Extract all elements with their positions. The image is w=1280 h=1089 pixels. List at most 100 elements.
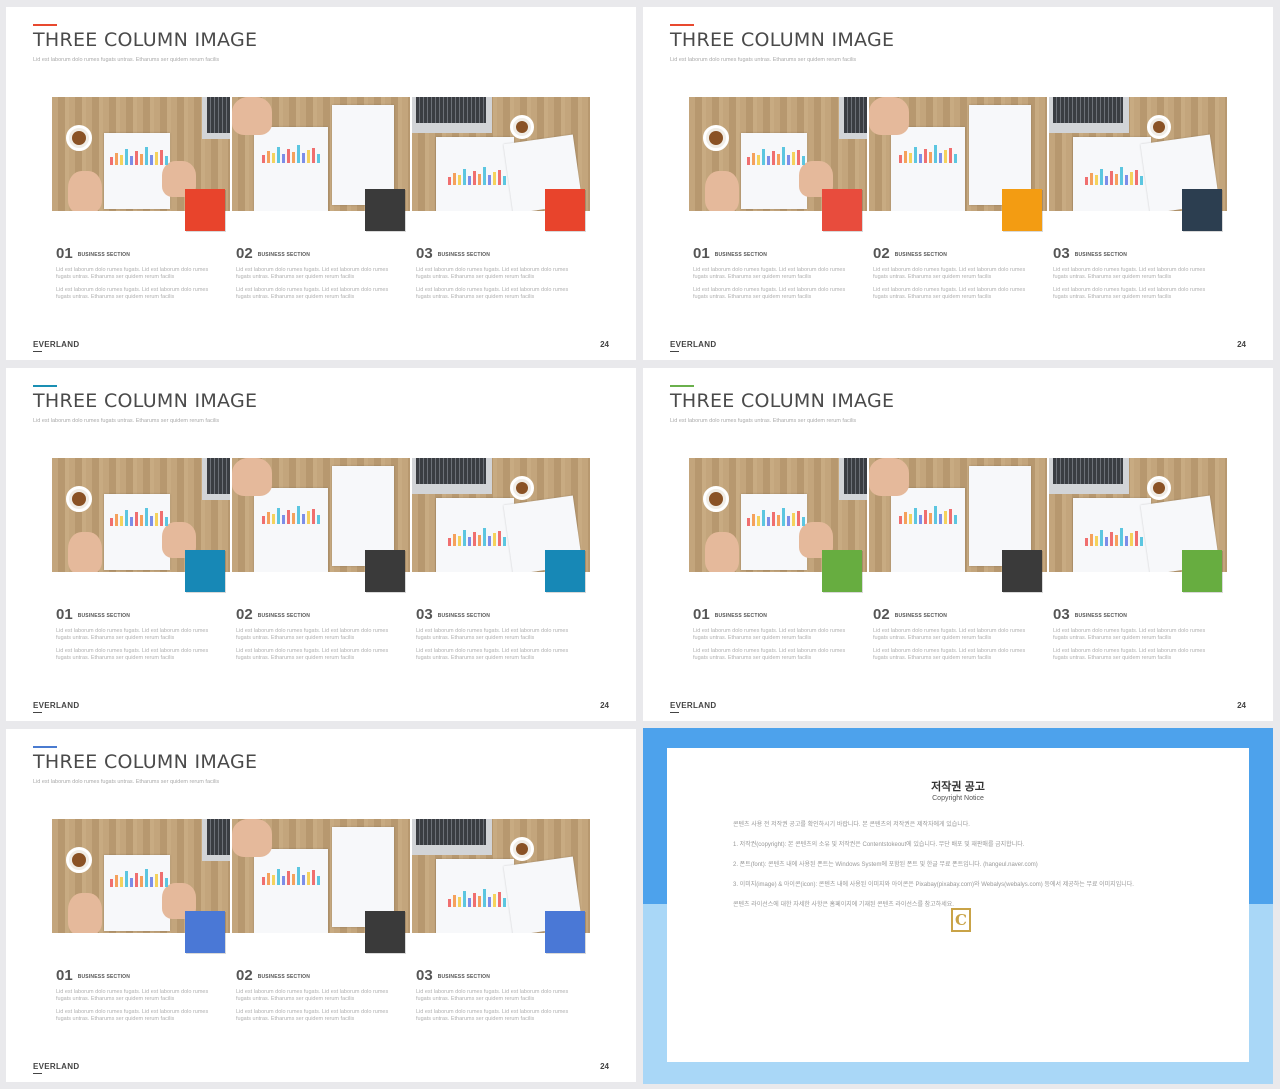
notice-title: 저작권 공고 — [931, 781, 985, 793]
column-text: 03 BUSINESS SECTION Lid est laborum dolo … — [416, 606, 576, 662]
notice-paragraph: 3. 이미지(image) & 아이콘(icon): 콘텐츠 내에 사용된 이미… — [733, 882, 1134, 888]
column-text: 02 BUSINESS SECTION Lid est laborum dolo … — [236, 245, 396, 301]
column-label: BUSINESS SECTION — [77, 974, 131, 980]
column-paragraph: Lid est laborum dolo rumes fugats. Lid e… — [416, 989, 569, 1002]
column-paragraph: Lid est laborum dolo rumes fugats. Lid e… — [236, 628, 389, 641]
slide-title: THREE COLUMN IMAGE — [33, 29, 258, 51]
column-paragraph: Lid est laborum dolo rumes fugats. Lid e… — [56, 287, 209, 300]
page-number: 24 — [600, 701, 609, 710]
column-paragraph: Lid est laborum dolo rumes fugats. Lid e… — [1053, 287, 1206, 300]
column-paragraph: Lid est laborum dolo rumes fugats. Lid e… — [416, 648, 569, 661]
footer-brand: EVERLAND — [670, 340, 717, 349]
column-number: 02 — [236, 245, 253, 262]
copyright-notice-slide: 저작권 공고 Copyright Notice 콘텐츠 사용 전 저작권 공고를… — [643, 728, 1273, 1084]
slide-title: THREE COLUMN IMAGE — [33, 751, 258, 773]
page-number: 24 — [600, 1062, 609, 1071]
title-accent-line — [33, 24, 57, 26]
column-paragraph: Lid est laborum dolo rumes fugats. Lid e… — [1053, 648, 1206, 661]
column-label: BUSINESS SECTION — [1074, 252, 1128, 258]
column-label: BUSINESS SECTION — [77, 252, 131, 258]
slide-subtitle: Lid est laborum dolo rumes fugats untras… — [33, 418, 220, 424]
column-paragraph: Lid est laborum dolo rumes fugats. Lid e… — [873, 267, 1026, 280]
column-label: BUSINESS SECTION — [257, 252, 311, 258]
column-label: BUSINESS SECTION — [714, 613, 768, 619]
column-text: 02 BUSINESS SECTION Lid est laborum dolo … — [236, 606, 396, 662]
footer-brand: EVERLAND — [670, 701, 717, 710]
footer-underline — [33, 1073, 42, 1074]
column-paragraph: Lid est laborum dolo rumes fugats. Lid e… — [236, 648, 389, 661]
column-paragraph: Lid est laborum dolo rumes fugats. Lid e… — [56, 628, 209, 641]
notice-body: 콘텐츠 사용 전 저작권 공고를 확인하시기 바랍니다. 본 콘텐츠의 저작권은… — [733, 820, 1183, 920]
column-number: 03 — [1053, 606, 1070, 623]
color-square — [185, 550, 225, 592]
column-number: 01 — [693, 245, 710, 262]
color-square — [185, 189, 225, 231]
color-square — [1182, 189, 1222, 231]
column-label: BUSINESS SECTION — [437, 974, 491, 980]
color-square — [545, 189, 585, 231]
page-number: 24 — [1237, 340, 1246, 349]
column-paragraph: Lid est laborum dolo rumes fugats. Lid e… — [416, 1009, 569, 1022]
footer-brand: EVERLAND — [33, 701, 80, 710]
column-paragraph: Lid est laborum dolo rumes fugats. Lid e… — [56, 267, 209, 280]
slide: THREE COLUMN IMAGE Lid est laborum dolo … — [643, 7, 1273, 360]
column-number: 02 — [236, 967, 253, 984]
column-number: 03 — [416, 967, 433, 984]
column-paragraph: Lid est laborum dolo rumes fugats. Lid e… — [236, 287, 389, 300]
column-paragraph: Lid est laborum dolo rumes fugats. Lid e… — [873, 628, 1026, 641]
column-number: 03 — [416, 245, 433, 262]
image-strip — [689, 458, 1229, 592]
column-label: BUSINESS SECTION — [257, 974, 311, 980]
column-text: 03 BUSINESS SECTION Lid est laborum dolo … — [1053, 245, 1213, 301]
column-paragraph: Lid est laborum dolo rumes fugats. Lid e… — [236, 989, 389, 1002]
column-label: BUSINESS SECTION — [894, 252, 948, 258]
footer-brand: EVERLAND — [33, 340, 80, 349]
column-text: 02 BUSINESS SECTION Lid est laborum dolo … — [873, 606, 1033, 662]
column-paragraph: Lid est laborum dolo rumes fugats. Lid e… — [236, 1009, 389, 1022]
footer-underline — [33, 712, 42, 713]
title-accent-line — [33, 746, 57, 748]
footer-underline — [670, 712, 679, 713]
column-paragraph: Lid est laborum dolo rumes fugats. Lid e… — [56, 989, 209, 1002]
color-square — [822, 189, 862, 231]
title-accent-line — [670, 385, 694, 387]
color-square — [365, 189, 405, 231]
slide-title: THREE COLUMN IMAGE — [670, 390, 895, 412]
column-label: BUSINESS SECTION — [437, 613, 491, 619]
column-text: 03 BUSINESS SECTION Lid est laborum dolo … — [416, 245, 576, 301]
column-label: BUSINESS SECTION — [894, 613, 948, 619]
slide-subtitle: Lid est laborum dolo rumes fugats untras… — [33, 779, 220, 785]
column-text: 03 BUSINESS SECTION Lid est laborum dolo … — [1053, 606, 1213, 662]
slide: THREE COLUMN IMAGE Lid est laborum dolo … — [6, 729, 636, 1082]
column-number: 03 — [1053, 245, 1070, 262]
color-square — [185, 911, 225, 953]
slide-subtitle: Lid est laborum dolo rumes fugats untras… — [33, 57, 220, 63]
title-accent-line — [33, 385, 57, 387]
brand-logo: C — [951, 908, 971, 932]
image-strip — [689, 97, 1229, 231]
color-square — [1002, 189, 1042, 231]
slide: THREE COLUMN IMAGE Lid est laborum dolo … — [643, 368, 1273, 721]
footer-underline — [670, 351, 679, 352]
column-label: BUSINESS SECTION — [77, 613, 131, 619]
column-paragraph: Lid est laborum dolo rumes fugats. Lid e… — [416, 628, 569, 641]
column-paragraph: Lid est laborum dolo rumes fugats. Lid e… — [416, 287, 569, 300]
column-number: 02 — [873, 245, 890, 262]
column-number: 01 — [56, 245, 73, 262]
column-label: BUSINESS SECTION — [714, 252, 768, 258]
column-label: BUSINESS SECTION — [437, 252, 491, 258]
column-text: 01 BUSINESS SECTION Lid est laborum dolo … — [693, 606, 853, 662]
color-square — [822, 550, 862, 592]
column-paragraph: Lid est laborum dolo rumes fugats. Lid e… — [416, 267, 569, 280]
column-paragraph: Lid est laborum dolo rumes fugats. Lid e… — [1053, 628, 1206, 641]
title-accent-line — [670, 24, 694, 26]
column-text: 01 BUSINESS SECTION Lid est laborum dolo … — [56, 967, 216, 1023]
footer-underline — [33, 351, 42, 352]
column-number: 01 — [56, 967, 73, 984]
image-strip — [52, 97, 592, 231]
notice-subtitle: Copyright Notice — [932, 795, 984, 802]
column-text: 02 BUSINESS SECTION Lid est laborum dolo … — [236, 967, 396, 1023]
notice-paragraph: 1. 저작권(copyright): 본 콘텐츠의 소유 및 저작권은 Cont… — [733, 842, 1025, 848]
slide-subtitle: Lid est laborum dolo rumes fugats untras… — [670, 57, 857, 63]
column-paragraph: Lid est laborum dolo rumes fugats. Lid e… — [1053, 267, 1206, 280]
